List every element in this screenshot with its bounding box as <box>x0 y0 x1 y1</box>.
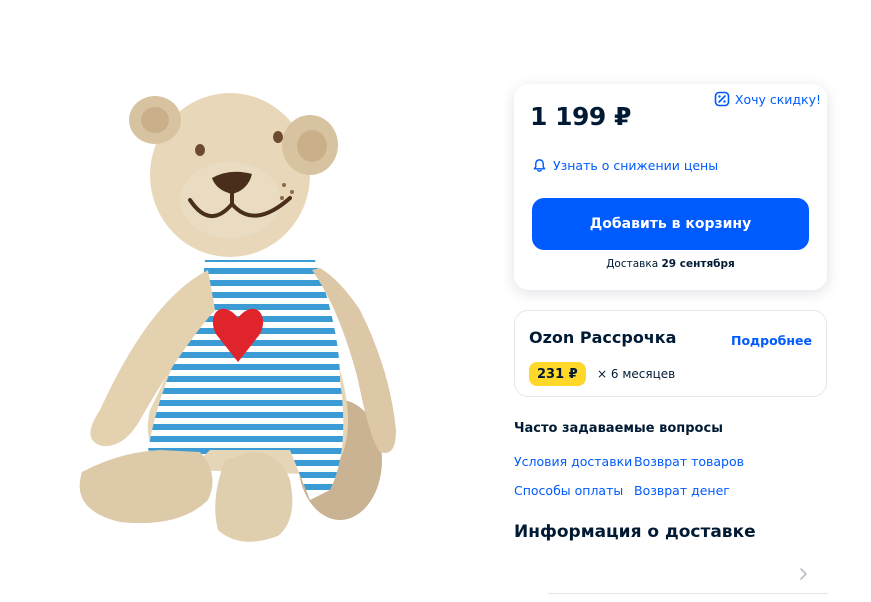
delivery-date-note: Доставка 29 сентября <box>514 258 827 270</box>
price-drop-notify-link[interactable]: Узнать о снижении цены <box>532 158 718 173</box>
chevron-right-icon[interactable] <box>796 566 810 582</box>
faq-link-payment-methods[interactable]: Способы оплаты <box>514 483 623 498</box>
faq-title: Часто задаваемые вопросы <box>514 421 723 436</box>
price-card: 1 199 ₽ Хочу скидку! Узнать о снижении ц… <box>514 84 827 290</box>
faq-link-delivery-terms[interactable]: Условия доставки <box>514 454 632 469</box>
price-drop-notify-label: Узнать о снижении цены <box>553 158 719 173</box>
bear-plush-toy <box>79 93 396 542</box>
installment-term: × 6 месяцев <box>597 367 676 381</box>
bell-icon <box>533 159 546 172</box>
faq-link-refund[interactable]: Возврат денег <box>634 483 730 498</box>
section-divider <box>548 593 828 594</box>
delivery-prefix: Доставка <box>606 258 659 270</box>
product-price: 1 199 ₽ <box>530 102 631 131</box>
want-discount-link[interactable]: Хочу скидку! <box>714 91 821 107</box>
installment-card: Ozon Рассрочка Подробнее 231 ₽ × 6 месяц… <box>514 310 827 397</box>
product-image[interactable] <box>40 80 440 550</box>
installment-amount-badge: 231 ₽ <box>529 362 586 386</box>
installment-title: Ozon Рассрочка <box>529 328 677 347</box>
delivery-info-title: Информация о доставке <box>514 522 756 542</box>
add-to-cart-button[interactable]: Добавить в корзину <box>532 198 809 250</box>
installment-more-link[interactable]: Подробнее <box>731 333 812 348</box>
want-discount-label: Хочу скидку! <box>734 91 821 107</box>
discount-tag-icon <box>714 91 730 107</box>
faq-link-returns[interactable]: Возврат товаров <box>634 454 744 469</box>
delivery-date: 29 сентября <box>661 258 735 270</box>
